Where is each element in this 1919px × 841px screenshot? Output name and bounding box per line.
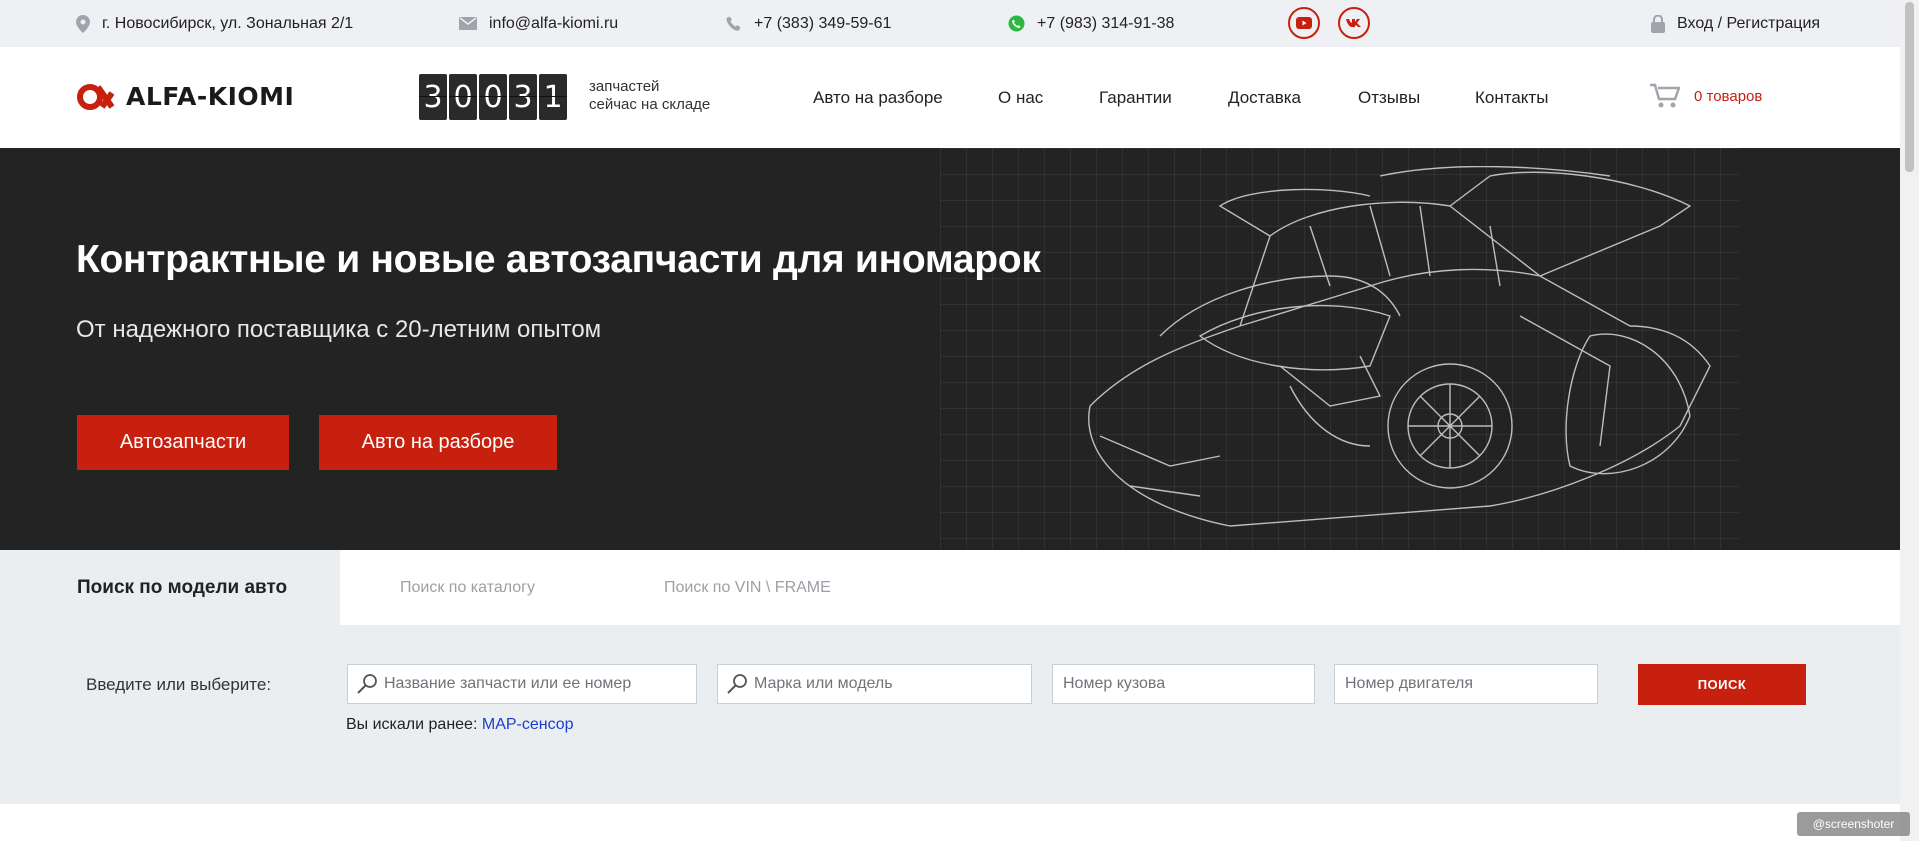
- youtube-icon: [1296, 17, 1312, 29]
- counter-digit: 0: [449, 74, 477, 120]
- search-icon: [357, 674, 377, 694]
- search-section: Поиск по модели авто Поиск по каталогу П…: [0, 550, 1900, 804]
- nav-link-about[interactable]: О нас: [998, 47, 1043, 148]
- make-model-input[interactable]: Марка или модель: [717, 664, 1032, 704]
- phone-link[interactable]: +7 (383) 349-59-61: [754, 15, 891, 33]
- address-text: г. Новосибирск, ул. Зональная 2/1: [102, 14, 354, 32]
- counter-digit: 3: [419, 74, 447, 120]
- engine-number-placeholder: Номер двигателя: [1345, 675, 1474, 692]
- shopping-cart-icon: [1650, 83, 1680, 108]
- alfa-kiomi-logo-icon: [77, 83, 115, 110]
- cars-dismantling-button[interactable]: Авто на разборе: [319, 415, 557, 470]
- hero-title: Контрактные и новые автозапчасти для ино…: [76, 238, 1041, 281]
- whatsapp-item[interactable]: +7 (983) 314-91-38: [1008, 0, 1174, 47]
- make-model-placeholder: Марка или модель: [754, 675, 893, 692]
- tabs-background: [340, 550, 1900, 625]
- nav-link-cars-dismantling[interactable]: Авто на разборе: [813, 47, 943, 148]
- phone-item[interactable]: +7 (383) 349-59-61: [726, 0, 891, 47]
- cart-button[interactable]: 0 товаров: [1650, 83, 1762, 109]
- site-logo[interactable]: ALFA-KIOMI: [76, 82, 294, 111]
- car-wireframe-illustration: [1088, 166, 1711, 527]
- tab-model-search-label[interactable]: Поиск по модели авто: [77, 550, 287, 625]
- login-link[interactable]: Вход / Регистрация: [1677, 15, 1820, 33]
- mail-icon: [459, 17, 477, 30]
- counter-caption: запчастей сейчас на складе: [589, 78, 710, 114]
- hero-subtitle: От надежного поставщика с 20-летним опыт…: [76, 316, 602, 343]
- top-bar: г. Новосибирск, ул. Зональная 2/1 info@a…: [0, 0, 1900, 47]
- lock-icon: [1651, 14, 1665, 33]
- email-link[interactable]: info@alfa-kiomi.ru: [489, 15, 618, 33]
- nav-link-delivery[interactable]: Доставка: [1228, 47, 1301, 148]
- search-icon: [727, 674, 747, 694]
- vk-button[interactable]: [1338, 7, 1370, 39]
- counter-caption-line1: запчастей: [589, 78, 660, 95]
- recent-searches: Вы искали ранее: МАР-сенсор: [346, 716, 574, 734]
- whatsapp-link[interactable]: +7 (983) 314-91-38: [1037, 15, 1174, 33]
- youtube-button[interactable]: [1288, 7, 1320, 39]
- part-name-placeholder: Название запчасти или ее номер: [384, 675, 632, 692]
- phone-icon: [726, 16, 741, 31]
- whatsapp-icon: [1008, 15, 1025, 32]
- hero-banner: Контрактные и новые автозапчасти для ино…: [0, 148, 1900, 550]
- screenshoter-watermark: @screenshoter: [1797, 812, 1910, 836]
- site-header: ALFA-KIOMI 3 0 0 3 1 запчастей сейчас на…: [0, 47, 1900, 148]
- recent-search-link[interactable]: МАР-сенсор: [482, 716, 574, 733]
- body-number-input[interactable]: Номер кузова: [1052, 664, 1315, 704]
- cart-count: 0 товаров: [1694, 87, 1763, 105]
- nav-link-guarantees[interactable]: Гарантии: [1099, 47, 1172, 148]
- login-item[interactable]: Вход / Регистрация: [1651, 0, 1820, 47]
- email-item[interactable]: info@alfa-kiomi.ru: [459, 0, 618, 47]
- auto-parts-button[interactable]: Автозапчасти: [77, 415, 289, 470]
- body-number-placeholder: Номер кузова: [1063, 675, 1166, 692]
- vk-icon: [1346, 19, 1361, 27]
- logo-text: ALFA-KIOMI: [126, 82, 295, 111]
- location-pin-icon: [76, 14, 90, 33]
- counter-caption-line2: сейчас на складе: [589, 96, 711, 113]
- nav-link-contacts[interactable]: Контакты: [1475, 47, 1548, 148]
- tab-catalog-search[interactable]: Поиск по каталогу: [400, 550, 535, 625]
- part-name-input[interactable]: Название запчасти или ее номер: [347, 664, 697, 704]
- stock-counter: 3 0 0 3 1: [419, 74, 567, 120]
- counter-digit: 3: [509, 74, 537, 120]
- nav-link-reviews[interactable]: Отзывы: [1358, 47, 1420, 148]
- counter-digit: 0: [479, 74, 507, 120]
- tab-vin-search[interactable]: Поиск по VIN \ FRAME: [664, 550, 831, 625]
- scrollbar-thumb[interactable]: [1905, 2, 1914, 172]
- recent-prefix: Вы искали ранее:: [346, 716, 478, 733]
- address-item: г. Новосибирск, ул. Зональная 2/1: [76, 0, 353, 47]
- search-tabs: Поиск по модели авто Поиск по каталогу П…: [0, 550, 1900, 625]
- search-button[interactable]: ПОИСК: [1638, 664, 1806, 705]
- counter-digit: 1: [539, 74, 567, 120]
- engine-number-input[interactable]: Номер двигателя: [1334, 664, 1598, 704]
- search-label: Введите или выберите:: [86, 675, 272, 694]
